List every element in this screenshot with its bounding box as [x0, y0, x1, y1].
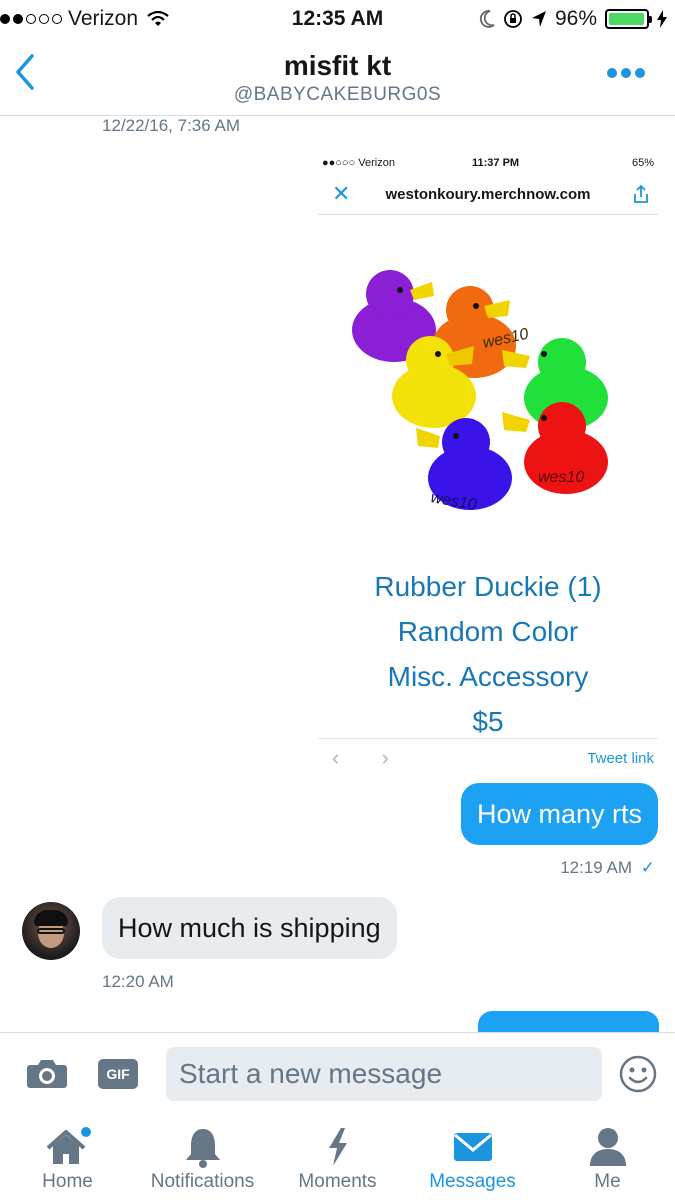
battery-percent: 96%	[554, 7, 597, 30]
location-icon	[531, 11, 546, 27]
sent-message-bubble[interactable]: How many rts	[460, 783, 658, 845]
tab-me[interactable]: Me	[540, 1114, 675, 1200]
tab-bar: Home Notifications Moments Messages Me	[0, 1114, 675, 1200]
bell-icon	[185, 1129, 220, 1168]
moon-icon	[479, 10, 495, 28]
tweet-link[interactable]: Tweet link	[587, 750, 654, 767]
conversation-handle: @BABYCAKEBURG0S	[233, 84, 442, 105]
product-category: Misc. Accessory	[387, 661, 589, 692]
product-price: $5	[472, 706, 504, 737]
prev-next-arrows-icon[interactable]: ‹ ›	[332, 745, 407, 771]
tab-me-label: Me	[594, 1171, 621, 1192]
card-url: westonkoury.merchnow.com	[385, 186, 591, 203]
tab-notifications-label: Notifications	[150, 1171, 255, 1192]
envelope-icon	[453, 1133, 492, 1161]
read-check-icon: ✓	[640, 858, 655, 877]
emoji-icon[interactable]	[619, 1055, 657, 1093]
card-footer: ‹ › Tweet link	[318, 738, 658, 775]
message-input[interactable]: Start a new message	[166, 1047, 602, 1101]
status-right: 96%	[479, 7, 667, 31]
product-title: Rubber Duckie (1)	[374, 571, 602, 602]
conversation-header: misfit kt @BABYCAKEBURG0S	[0, 38, 675, 116]
battery-icon	[605, 9, 652, 29]
rubber-ducks-image: wes10 wes10 wes10	[352, 270, 608, 514]
more-options-icon[interactable]	[607, 68, 645, 78]
tab-messages-label: Messages	[429, 1171, 516, 1192]
duck-label: wes10	[538, 469, 584, 486]
share-icon	[634, 184, 648, 203]
tab-home-label: Home	[42, 1171, 93, 1192]
home-icon	[46, 1127, 91, 1164]
gif-button[interactable]: GIF	[98, 1059, 138, 1089]
tab-messages[interactable]: Messages	[405, 1114, 540, 1200]
tab-moments-label: Moments	[298, 1171, 377, 1192]
person-icon	[589, 1128, 626, 1166]
lightning-icon	[328, 1128, 347, 1166]
card-time: 11:37 PM	[472, 157, 520, 169]
rotation-lock-icon	[504, 10, 522, 28]
card-battery: 65%	[631, 157, 654, 169]
charging-icon	[657, 10, 667, 28]
received-message-bubble[interactable]: How much is shipping	[102, 897, 397, 959]
tab-notifications[interactable]: Notifications	[135, 1114, 270, 1200]
conversation-title: misfit kt	[283, 50, 392, 81]
sender-avatar[interactable]	[22, 902, 80, 960]
shared-screenshot-card[interactable]: ●●○○○ Verizon 11:37 PM 65% ✕ westonkoury…	[318, 145, 658, 775]
tab-moments[interactable]: Moments	[270, 1114, 405, 1200]
card-carrier: ●●○○○ Verizon	[322, 157, 395, 169]
product-variant: Random Color	[397, 616, 579, 647]
sent-message-meta: 12:19 AM ✓	[560, 858, 655, 878]
message-timestamp: 12/22/16, 7:36 AM	[102, 116, 240, 135]
tab-home[interactable]: Home	[0, 1114, 135, 1200]
camera-icon[interactable]	[26, 1057, 68, 1089]
sent-message-time: 12:19 AM	[560, 858, 633, 877]
message-composer: GIF Start a new message	[0, 1032, 675, 1114]
received-message-time: 12:20 AM	[102, 972, 174, 991]
card-browser-bar: ✕ westonkoury.merchnow.com	[318, 177, 658, 215]
status-bar: Verizon 12:35 AM 96%	[0, 0, 675, 38]
